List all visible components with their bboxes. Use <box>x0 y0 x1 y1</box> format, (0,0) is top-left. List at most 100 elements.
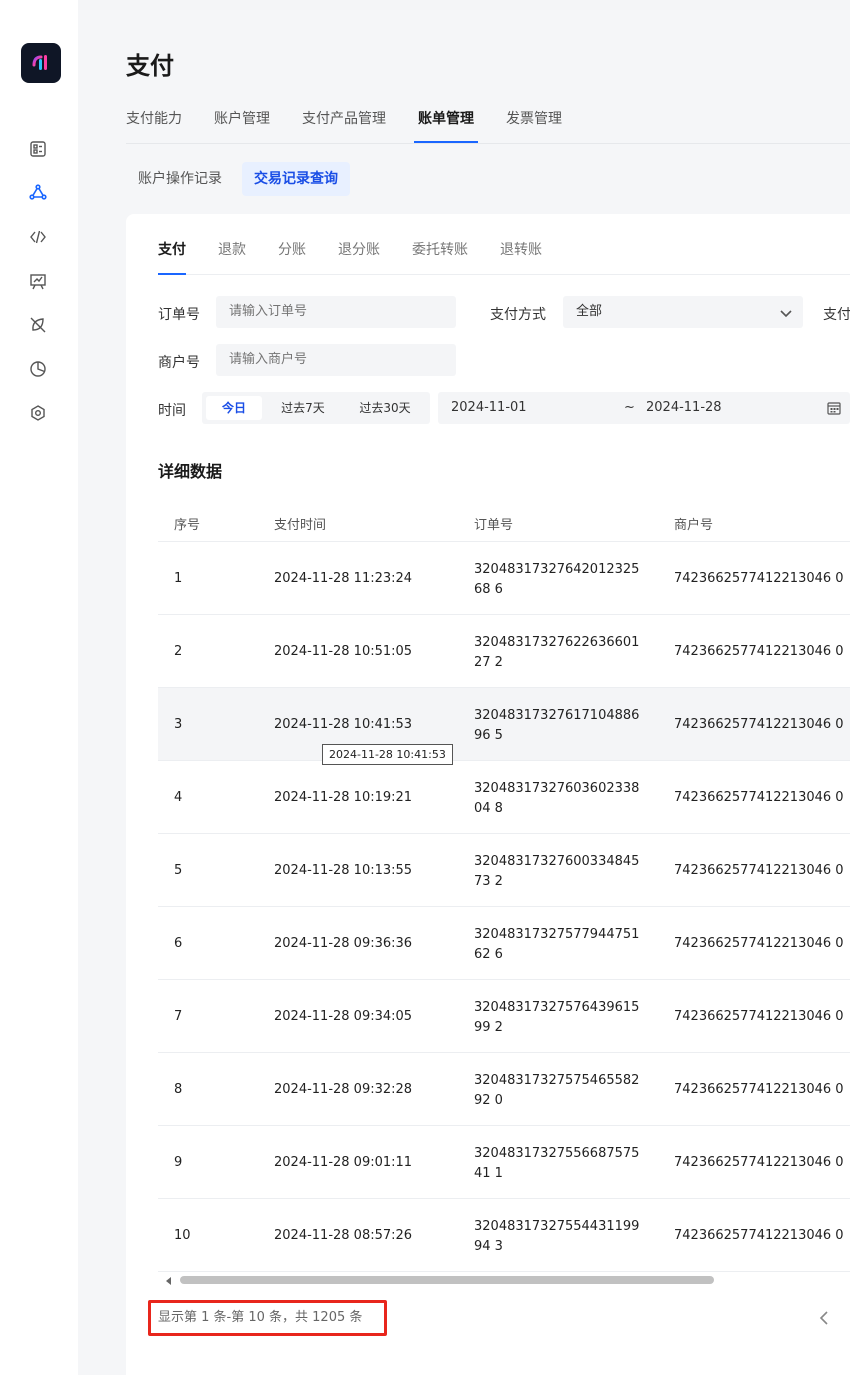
date-range-picker[interactable]: 2024-11-01 ~ 2024-11-28 <box>438 392 850 424</box>
row-order-no: 3204831732755668757541 1 <box>474 1146 640 1181</box>
tab-refund-split[interactable]: 退分账 <box>338 239 380 275</box>
pay-time-tooltip: 2024-11-28 10:41:53 <box>322 744 453 765</box>
dashboard-icon[interactable] <box>27 138 49 160</box>
row-index: 8 <box>174 1082 183 1097</box>
presentation-chart-icon[interactable] <box>27 270 49 292</box>
order-no-label: 订单号 <box>158 307 200 323</box>
row-order-no: 3204831732764201232568 6 <box>474 562 640 597</box>
row-index: 2 <box>174 644 183 659</box>
row-merchant-no: 7423662577412213046 0 <box>674 1009 844 1024</box>
tab-bill-management[interactable]: 账单管理 <box>414 108 478 143</box>
col-pay-time[interactable]: 支付时间 <box>274 514 326 533</box>
row-order-no: 3204831732757546558292 0 <box>474 1073 640 1108</box>
subtab-transaction-query[interactable]: 交易记录查询 <box>242 162 350 196</box>
row-merchant-no: 7423662577412213046 0 <box>674 1228 844 1243</box>
chevron-down-icon <box>780 310 792 318</box>
row-merchant-no: 7423662577412213046 0 <box>674 571 844 586</box>
time-option-today[interactable]: 今日 <box>206 396 262 420</box>
pie-chart-icon[interactable] <box>27 358 49 380</box>
pay-method-select[interactable]: 全部 <box>563 296 803 328</box>
subtab-account-operation-log[interactable]: 账户操作记录 <box>126 162 234 196</box>
row-pay-time: 2024-11-28 09:01:11 <box>274 1155 413 1170</box>
tab-account-management[interactable]: 账户管理 <box>214 108 270 143</box>
row-index: 10 <box>174 1228 191 1243</box>
row-merchant-no: 7423662577412213046 0 <box>674 1082 844 1097</box>
pay-method-value: 全部 <box>576 304 603 319</box>
network-icon[interactable] <box>27 182 49 204</box>
page-title: 支付 <box>126 52 174 80</box>
leaf-off-icon[interactable] <box>27 314 49 336</box>
date-end[interactable]: 2024-11-28 <box>646 392 722 424</box>
top-tabs: 支付能力 账户管理 支付产品管理 账单管理 发票管理 <box>126 96 850 144</box>
order-no-input[interactable] <box>216 296 456 328</box>
row-pay-time: 2024-11-28 08:57:26 <box>274 1228 413 1243</box>
code-icon[interactable] <box>27 226 49 248</box>
row-order-no: 3204831732755443119994 3 <box>474 1219 640 1254</box>
row-pay-time: 2024-11-28 10:19:21 <box>274 790 413 805</box>
truncated-filter-label: 支付 <box>823 307 850 323</box>
table-row[interactable]: 8 2024-11-28 09:32:28 320483173275754655… <box>158 1053 850 1126</box>
row-merchant-no: 7423662577412213046 0 <box>674 863 844 878</box>
table-row[interactable]: 3 2024-11-28 10:41:53 320483173276171048… <box>158 688 850 761</box>
row-merchant-no: 7423662577412213046 0 <box>674 644 844 659</box>
table-row[interactable]: 1 2024-11-28 11:23:24 320483173276420123… <box>158 542 850 615</box>
tab-refund-transfer[interactable]: 退转账 <box>500 239 542 275</box>
row-pay-time: 2024-11-28 11:23:24 <box>274 571 413 586</box>
time-option-30days[interactable]: 过去30天 <box>344 396 426 420</box>
table-row[interactable]: 10 2024-11-28 08:57:26 32048317327554431… <box>158 1199 850 1272</box>
row-index: 3 <box>174 717 183 732</box>
pay-method-label: 支付方式 <box>490 307 546 323</box>
main-content: 支付 支付能力 账户管理 支付产品管理 账单管理 发票管理 账户操作记录 交易记… <box>78 10 850 1375</box>
date-separator: ~ <box>624 400 635 415</box>
transaction-card: 支付 退款 分账 退分账 委托转账 退转账 订单号 支付方式 全部 支付 商户号… <box>126 214 850 1375</box>
transaction-type-tabs: 支付 退款 分账 退分账 委托转账 退转账 <box>158 214 850 275</box>
table-horizontal-scrollbar[interactable] <box>158 1274 850 1286</box>
row-order-no: 3204831732761710488696 5 <box>474 708 640 743</box>
table-row[interactable]: 9 2024-11-28 09:01:11 320483173275566875… <box>158 1126 850 1199</box>
col-order-no[interactable]: 订单号 <box>474 514 513 533</box>
row-pay-time: 2024-11-28 10:13:55 <box>274 863 413 878</box>
col-merchant-no[interactable]: 商户号 <box>674 514 713 533</box>
row-order-no: 3204831732762263660127 2 <box>474 635 640 670</box>
scroll-left-arrow-icon[interactable] <box>166 1277 171 1285</box>
pagination-summary: 显示第 1 条-第 10 条，共 1205 条 <box>148 1300 387 1336</box>
row-index: 1 <box>174 571 183 586</box>
table-row[interactable]: 7 2024-11-28 09:34:05 320483173275764396… <box>158 980 850 1053</box>
sidebar <box>0 0 78 1375</box>
row-pay-time: 2024-11-28 10:51:05 <box>274 644 413 659</box>
transactions-table: 序号 支付时间 订单号 商户号 1 2024-11-28 11:23:24 32… <box>158 504 850 1272</box>
tab-payment-product-management[interactable]: 支付产品管理 <box>302 108 386 143</box>
table-row[interactable]: 4 2024-11-28 10:19:21 320483173276036023… <box>158 761 850 834</box>
row-merchant-no: 7423662577412213046 0 <box>674 790 844 805</box>
row-merchant-no: 7423662577412213046 0 <box>674 1155 844 1170</box>
tab-payment-capability[interactable]: 支付能力 <box>126 108 182 143</box>
tab-refund[interactable]: 退款 <box>218 239 246 275</box>
row-order-no: 3204831732757794475162 6 <box>474 927 640 962</box>
table-row[interactable]: 5 2024-11-28 10:13:55 320483173276003348… <box>158 834 850 907</box>
tab-payment[interactable]: 支付 <box>158 239 186 275</box>
row-index: 6 <box>174 936 183 951</box>
chevron-left-icon[interactable] <box>816 1308 832 1328</box>
row-order-no: 3204831732760033484573 2 <box>474 854 640 889</box>
col-index[interactable]: 序号 <box>174 514 200 533</box>
row-pay-time: 2024-11-28 09:36:36 <box>274 936 413 951</box>
tab-invoice-management[interactable]: 发票管理 <box>506 108 562 143</box>
scrollbar-thumb[interactable] <box>180 1276 714 1284</box>
row-pay-time: 2024-11-28 09:34:05 <box>274 1009 413 1024</box>
table-header: 序号 支付时间 订单号 商户号 <box>158 504 850 542</box>
merchant-no-input[interactable] <box>216 344 456 376</box>
row-merchant-no: 7423662577412213046 0 <box>674 717 844 732</box>
row-index: 5 <box>174 863 183 878</box>
row-order-no: 3204831732760360233804 8 <box>474 781 640 816</box>
time-label: 时间 <box>158 403 186 419</box>
tab-split[interactable]: 分账 <box>278 239 306 275</box>
table-row[interactable]: 6 2024-11-28 09:36:36 320483173275779447… <box>158 907 850 980</box>
tab-entrusted-transfer[interactable]: 委托转账 <box>412 239 468 275</box>
merchant-no-label: 商户号 <box>158 355 200 371</box>
app-logo[interactable] <box>21 43 61 83</box>
settings-hex-icon[interactable] <box>27 402 49 424</box>
calendar-icon[interactable] <box>827 401 841 415</box>
table-row[interactable]: 2 2024-11-28 10:51:05 320483173276226366… <box>158 615 850 688</box>
time-option-7days[interactable]: 过去7天 <box>270 396 336 420</box>
date-start[interactable]: 2024-11-01 <box>451 392 527 424</box>
